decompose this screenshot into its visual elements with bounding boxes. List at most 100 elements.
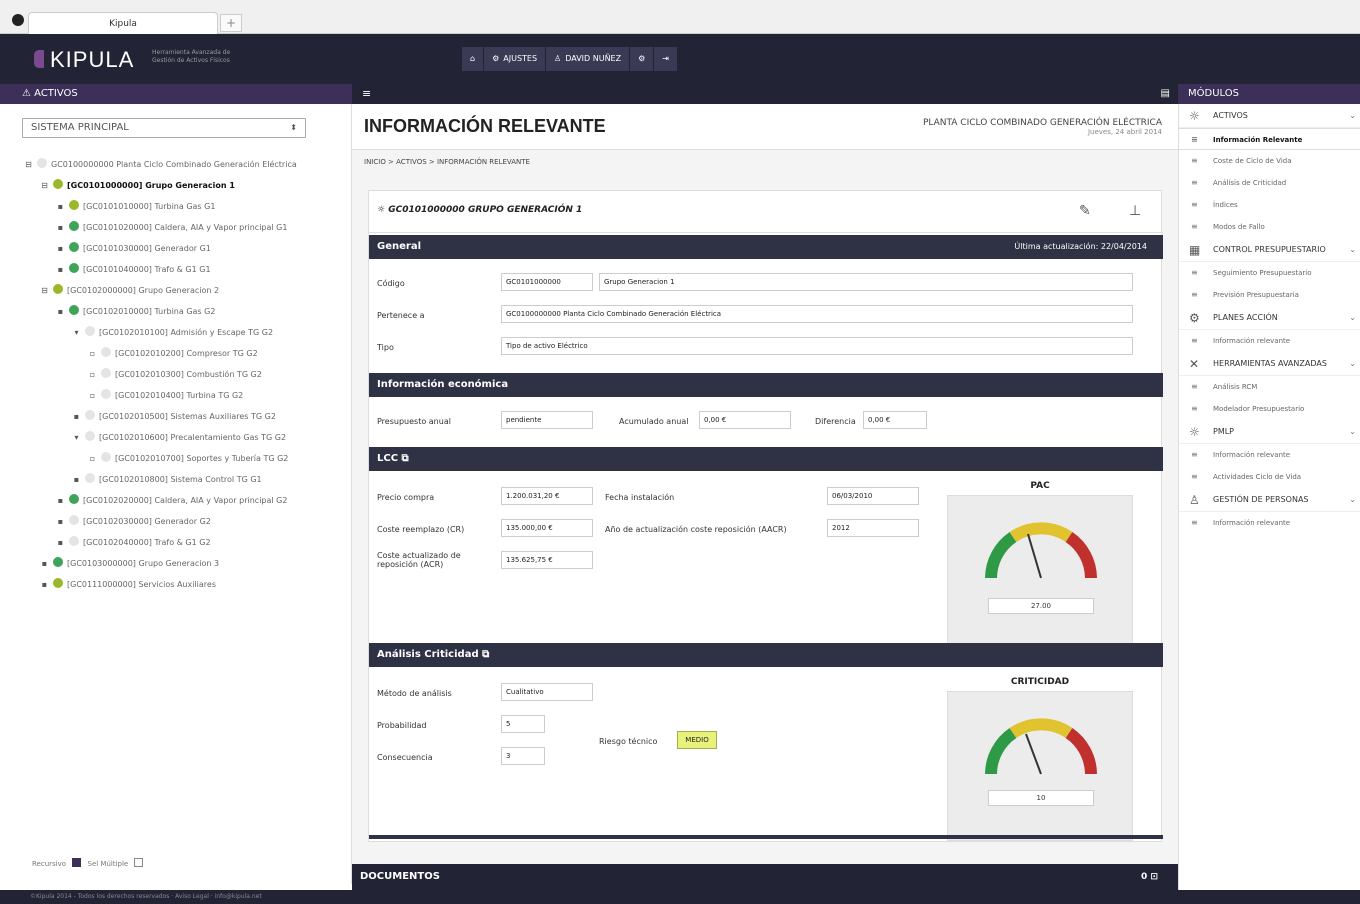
multi-select-checkbox[interactable]: [134, 858, 144, 867]
module-item[interactable]: ≡ Seguimiento Presupuestario: [1179, 262, 1360, 284]
tree-node[interactable]: ▪ [GC0102030000] Generador G2: [24, 511, 346, 532]
tree-toggle-icon[interactable]: ▪: [56, 490, 65, 511]
nombre-field[interactable]: Grupo Generacion 1: [599, 273, 1133, 291]
tree-toggle-icon[interactable]: ▪: [56, 532, 65, 553]
probabilidad-field[interactable]: 5: [501, 715, 545, 733]
system-select[interactable]: SISTEMA PRINCIPAL ⬍: [22, 118, 306, 138]
tree-node[interactable]: ▪ [GC0102010500] Sistemas Auxiliares TG G…: [24, 406, 346, 427]
tree-node[interactable]: ▫ [GC0102010300] Combustión TG G2: [24, 364, 346, 385]
tree-toggle-icon[interactable]: ⊟: [40, 175, 49, 196]
tree-node[interactable]: ▪ [GC0101030000] Generador G1: [24, 238, 346, 259]
module-header[interactable]: ⚙ PLANES ACCIÓN ⌄: [1179, 306, 1360, 330]
logo-text[interactable]: KIPULA: [50, 47, 134, 73]
tree-node[interactable]: ▪ [GC0102040000] Trafo & G1 G2: [24, 532, 346, 553]
tree-toggle-icon[interactable]: ▫: [88, 448, 97, 469]
top-nav-item[interactable]: ⚙ AJUSTES: [484, 47, 547, 71]
module-item[interactable]: ≡ Análisis RCM: [1179, 376, 1360, 398]
tree-toggle-icon[interactable]: ▫: [88, 343, 97, 364]
top-nav-item[interactable]: ⚙: [630, 47, 655, 71]
tree-toggle-icon[interactable]: ⊟: [24, 154, 33, 175]
module-header[interactable]: ☼ PMLP ⌄: [1179, 420, 1360, 444]
metodo-field[interactable]: Cualitativo: [501, 683, 593, 701]
edit-icon[interactable]: ✎: [1079, 203, 1091, 219]
module-header[interactable]: ♙ GESTIÓN DE PERSONAS ⌄: [1179, 488, 1360, 512]
tree-toggle-icon[interactable]: ▪: [56, 511, 65, 532]
module-header[interactable]: ▦ CONTROL PRESUPUESTARIO ⌄: [1179, 238, 1360, 262]
acumulado-field[interactable]: 0,00 €: [699, 411, 791, 429]
acr-field[interactable]: 135.625,75 €: [501, 551, 593, 569]
tree-node[interactable]: ▪ [GC0101020000] Caldera, AIA y Vapor pri…: [24, 217, 346, 238]
coste-field[interactable]: 135.000,00 €: [501, 519, 593, 537]
chevron-down-icon[interactable]: ⌄: [1349, 420, 1356, 444]
module-item[interactable]: ≡ Previsión Presupuestaria: [1179, 284, 1360, 306]
tree-toggle-icon[interactable]: ▾: [72, 322, 81, 343]
tree-node[interactable]: ▪ [GC0101040000] Trafo & G1 G1: [24, 259, 346, 280]
pin-icon[interactable]: ⊥: [1129, 203, 1141, 219]
module-item[interactable]: ≡ Coste de Ciclo de Vida: [1179, 150, 1360, 172]
module-item[interactable]: ≡ Información relevante: [1179, 444, 1360, 466]
tree-node[interactable]: ▪ [GC0103000000] Grupo Generacion 3: [24, 553, 346, 574]
tree-toggle-icon[interactable]: ▫: [88, 364, 97, 385]
module-item[interactable]: ≡ Información relevante: [1179, 512, 1360, 534]
expand-icon[interactable]: ⊡: [1150, 872, 1158, 882]
tipo-field[interactable]: Tipo de activo Eléctrico: [501, 337, 1133, 355]
documents-bar[interactable]: DOCUMENTOS 0 ⊡: [352, 864, 1178, 890]
tree-toggle-icon[interactable]: ▪: [40, 553, 49, 574]
tree-node[interactable]: ▾ [GC0102010600] Precalentamiento Gas TG …: [24, 427, 346, 448]
chevron-down-icon[interactable]: ⌄: [1349, 104, 1356, 128]
breadcrumb[interactable]: INICIO > ACTIVOS > INFORMACIÓN RELEVANTE: [364, 158, 530, 166]
chevron-down-icon[interactable]: ⌄: [1349, 306, 1356, 330]
menu-icon[interactable]: ≡: [362, 84, 371, 104]
chevron-down-icon[interactable]: ⌄: [1349, 488, 1356, 512]
top-nav-item[interactable]: ⇥: [654, 47, 678, 71]
module-header[interactable]: ☼ ACTIVOS ⌄: [1179, 104, 1360, 128]
panel-toggle-icon[interactable]: ▤: [1161, 84, 1170, 104]
module-item[interactable]: ≡ Información relevante: [1179, 330, 1360, 352]
top-nav-item[interactable]: ♙ DAVID NUÑEZ: [546, 47, 631, 71]
module-header[interactable]: ✕ HERRAMIENTAS AVANZADAS ⌄: [1179, 352, 1360, 376]
tree-node[interactable]: ⊟ GC0100000000 Planta Ciclo Combinado Gen…: [24, 154, 346, 175]
tree-node[interactable]: ▪ [GC0101010000] Turbina Gas G1: [24, 196, 346, 217]
new-tab-button[interactable]: +: [220, 14, 242, 32]
external-link-icon[interactable]: ⧉: [402, 453, 409, 464]
presupuesto-field[interactable]: pendiente: [501, 411, 593, 429]
fecha-field[interactable]: 06/03/2010: [827, 487, 919, 505]
tree-toggle-icon[interactable]: ▾: [72, 427, 81, 448]
tree-node[interactable]: ⊟ [GC0102000000] Grupo Generacion 2: [24, 280, 346, 301]
browser-tab[interactable]: Kipula: [28, 12, 218, 34]
module-item[interactable]: ≡ Actividades Ciclo de Vida: [1179, 466, 1360, 488]
anio-field[interactable]: 2012: [827, 519, 919, 537]
module-item[interactable]: ≡ Índices: [1179, 194, 1360, 216]
tree-node[interactable]: ▪ [GC0102010000] Turbina Gas G2: [24, 301, 346, 322]
tree-toggle-icon[interactable]: ▪: [56, 217, 65, 238]
pertenece-field[interactable]: GC0100000000 Planta Ciclo Combinado Gene…: [501, 305, 1133, 323]
tree-toggle-icon[interactable]: ▪: [56, 196, 65, 217]
module-item[interactable]: ≡ Modelador Presupuestario: [1179, 398, 1360, 420]
codigo-field[interactable]: GC0101000000: [501, 273, 593, 291]
tree-toggle-icon[interactable]: ▪: [56, 238, 65, 259]
tree-toggle-icon[interactable]: ▫: [88, 385, 97, 406]
tree-node[interactable]: ▪ [GC0102020000] Caldera, AIA y Vapor pri…: [24, 490, 346, 511]
tree-node[interactable]: ▫ [GC0102010400] Turbina TG G2: [24, 385, 346, 406]
module-item[interactable]: ≡ Información Relevante: [1179, 128, 1360, 150]
tree-node[interactable]: ▪ [GC0111000000] Servicios Auxiliares: [24, 574, 346, 595]
tree-node[interactable]: ▾ [GC0102010100] Admisión y Escape TG G2: [24, 322, 346, 343]
consecuencia-field[interactable]: 3: [501, 747, 545, 765]
recursive-checkbox[interactable]: [72, 858, 82, 867]
tree-toggle-icon[interactable]: ⊟: [40, 280, 49, 301]
module-item[interactable]: ≡ Análisis de Criticidad: [1179, 172, 1360, 194]
tree-node[interactable]: ⊟ [GC0101000000] Grupo Generacion 1: [24, 175, 346, 196]
tree-node[interactable]: ▫ [GC0102010200] Compresor TG G2: [24, 343, 346, 364]
tree-toggle-icon[interactable]: ▪: [56, 259, 65, 280]
external-link-icon[interactable]: ⧉: [482, 649, 489, 660]
tree-toggle-icon[interactable]: ▪: [40, 574, 49, 595]
tree-node[interactable]: ▪ [GC0102010800] Sistema Control TG G1: [24, 469, 346, 490]
module-item[interactable]: ≡ Modos de Fallo: [1179, 216, 1360, 238]
top-nav-item[interactable]: ⌂: [462, 47, 485, 71]
chevron-down-icon[interactable]: ⌄: [1349, 238, 1356, 262]
diferencia-field[interactable]: 0,00 €: [863, 411, 927, 429]
tree-node[interactable]: ▫ [GC0102010700] Soportes y Tubería TG G2: [24, 448, 346, 469]
tree-toggle-icon[interactable]: ▪: [72, 469, 81, 490]
chevron-down-icon[interactable]: ⌄: [1349, 352, 1356, 376]
precio-field[interactable]: 1.200.031,20 €: [501, 487, 593, 505]
